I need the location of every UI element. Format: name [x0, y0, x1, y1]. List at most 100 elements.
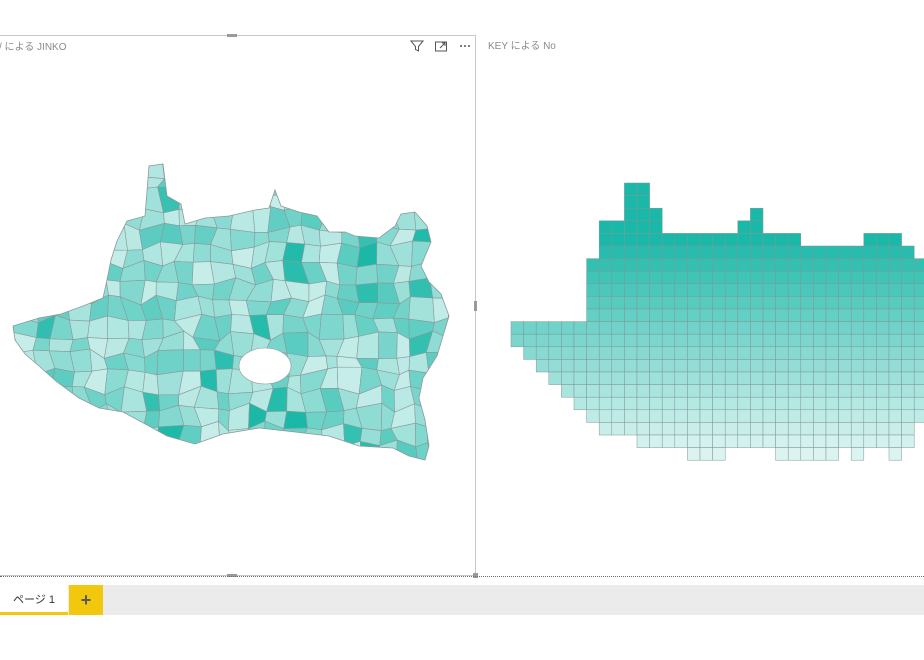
- map-region: [48, 228, 73, 247]
- map-region: [13, 244, 21, 270]
- grid-tile: [611, 245, 625, 259]
- grid-tile: [813, 346, 827, 360]
- grid-tile: [661, 409, 676, 423]
- grid-tile: [712, 245, 726, 259]
- grid-tile: [573, 384, 587, 398]
- grid-tile: [787, 384, 802, 398]
- grid-tile: [787, 233, 802, 247]
- map-region: [425, 170, 449, 197]
- grid-tile: [586, 296, 600, 310]
- grid-tile: [825, 321, 839, 335]
- grid-map-visual[interactable]: KEY による No: [478, 35, 924, 576]
- map-region: [120, 410, 148, 431]
- grid-tile: [863, 346, 877, 360]
- map-region: [318, 172, 338, 197]
- grid-tile: [624, 409, 638, 423]
- grid-tile: [787, 321, 802, 335]
- map-region: [390, 164, 418, 178]
- map-region: [425, 408, 449, 428]
- grid-tile: [775, 296, 789, 310]
- resize-handle-top[interactable]: [227, 34, 237, 37]
- map-regions: [13, 164, 477, 460]
- grid-tile: [800, 333, 814, 348]
- grid-tile: [674, 258, 688, 272]
- grid-tile: [649, 245, 663, 259]
- grid-tile: [876, 296, 890, 310]
- grid-tile: [787, 245, 802, 259]
- map-region: [214, 168, 232, 195]
- grid-tile: [800, 447, 814, 461]
- grid-tile: [548, 346, 562, 360]
- grid-tile: [787, 346, 802, 360]
- grid-tile: [888, 258, 902, 272]
- grid-tile: [611, 233, 625, 247]
- map-region: [199, 164, 216, 176]
- grid-tile: [825, 245, 839, 259]
- grid-tile: [624, 371, 638, 385]
- grid-tile: [611, 396, 625, 411]
- grid-tile: [636, 409, 650, 423]
- grid-tile: [750, 434, 764, 448]
- map-region: [302, 190, 329, 211]
- map-region: [283, 410, 308, 430]
- map-region: [66, 294, 92, 322]
- resize-handle-right[interactable]: [474, 301, 477, 311]
- map-region: [66, 277, 92, 305]
- grid-tile: [687, 308, 701, 322]
- grid-tile: [624, 195, 638, 209]
- grid-tile: [649, 384, 663, 398]
- map-region: [390, 458, 419, 460]
- page-tab-1[interactable]: ページ 1: [0, 585, 68, 615]
- grid-tile: [913, 296, 924, 310]
- grid-tile: [661, 245, 676, 259]
- map-region: [411, 459, 436, 460]
- map-region: [411, 240, 433, 267]
- grid-tile: [624, 422, 638, 436]
- map-region: [155, 424, 185, 448]
- grid-tile: [649, 220, 663, 234]
- grid-tile: [636, 384, 650, 398]
- map-region: [466, 226, 477, 249]
- grid-tile: [699, 245, 713, 259]
- grid-tile: [737, 233, 751, 247]
- map-region: [13, 438, 19, 460]
- grid-tile: [674, 308, 688, 322]
- map-region: [378, 331, 398, 359]
- report-canvas: / による JINKO KEY による No: [0, 0, 924, 578]
- map-region: [124, 164, 146, 178]
- grid-tile: [548, 371, 562, 385]
- grid-tile: [699, 233, 713, 247]
- grid-tile: [649, 434, 663, 448]
- map-region: [372, 164, 393, 178]
- grid-tile: [876, 371, 890, 385]
- grid-tile: [649, 258, 663, 272]
- grid-tile: [750, 333, 764, 348]
- grid-tile: [762, 258, 776, 272]
- grid-tile: [901, 258, 915, 272]
- grid-tile: [813, 270, 827, 285]
- grid-tile: [750, 384, 764, 398]
- grid-tile: [598, 359, 613, 373]
- tile-grid-map[interactable]: [478, 35, 924, 576]
- grid-tile: [598, 283, 613, 297]
- grid-tile: [598, 308, 613, 322]
- filled-map-visual[interactable]: / による JINKO: [0, 34, 478, 578]
- map-region: [31, 367, 56, 388]
- map-region: [70, 212, 94, 229]
- grid-tile: [548, 359, 562, 373]
- map-region: [301, 243, 321, 263]
- add-page-button[interactable]: +: [69, 585, 103, 615]
- grid-tile: [800, 346, 814, 360]
- map-region: [390, 171, 418, 197]
- map-region: [37, 245, 55, 269]
- grid-tile: [750, 346, 764, 360]
- choropleth-map[interactable]: [0, 36, 477, 577]
- grid-tile: [863, 396, 877, 411]
- map-region: [357, 164, 379, 179]
- map-region: [325, 355, 338, 370]
- map-region: [210, 190, 234, 216]
- map-region: [412, 164, 433, 172]
- grid-tile: [901, 422, 915, 436]
- grid-tile: [510, 321, 524, 335]
- grid-tile: [674, 245, 688, 259]
